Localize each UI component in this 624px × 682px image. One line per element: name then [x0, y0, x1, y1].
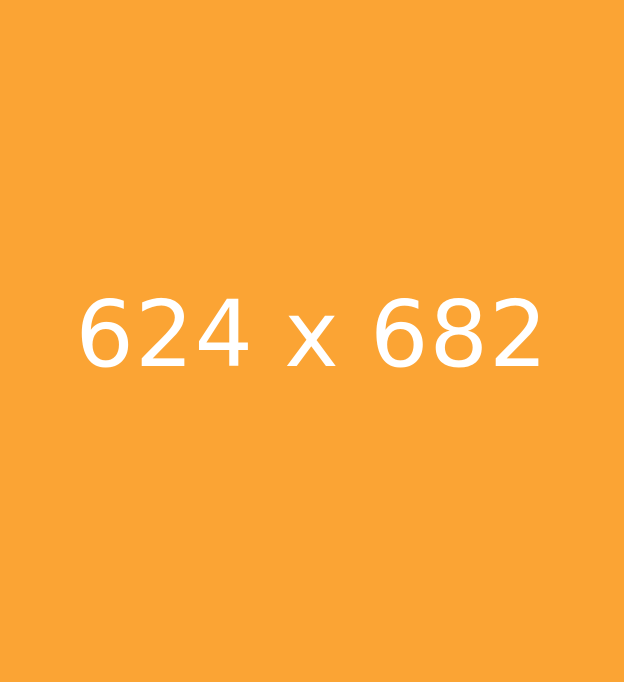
placeholder-dimensions-label: 624 x 682: [75, 281, 549, 388]
placeholder-image: 624 x 682: [0, 0, 624, 682]
